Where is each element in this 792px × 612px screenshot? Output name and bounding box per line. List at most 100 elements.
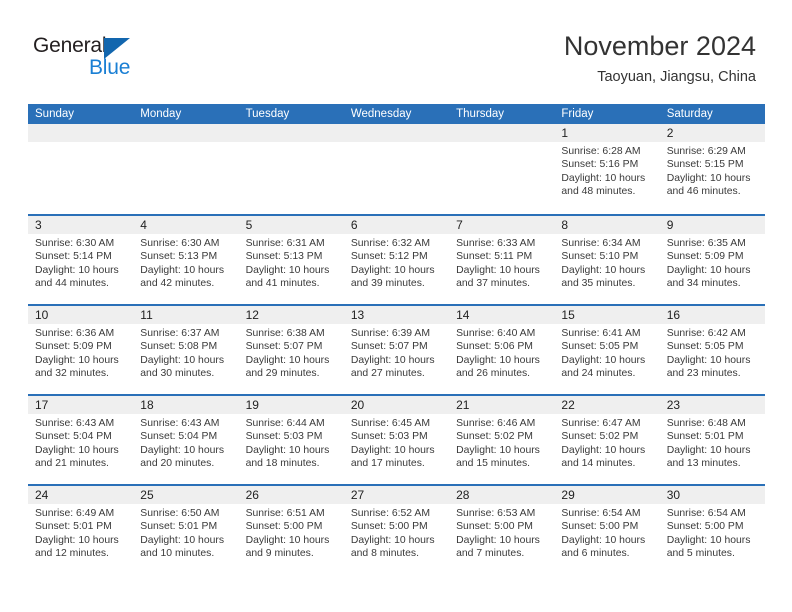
day-number: 18 (133, 396, 239, 414)
weekday-header-saturday: Saturday (666, 108, 713, 120)
calendar-day-cell[interactable]: 16 Sunrise: 6:42 AM Sunset: 5:05 PM Dayligh… (659, 306, 765, 394)
weekday-header-row: Sunday Monday Tuesday Wednesday Thursday… (28, 104, 765, 124)
calendar-day-cell[interactable]: 18 Sunrise: 6:43 AM Sunset: 5:04 PM Dayligh… (133, 396, 239, 484)
daylight-text: Daylight: 10 hours and 34 minutes. (666, 264, 751, 290)
page-title: November 2024 (563, 31, 756, 61)
calendar-day-cell[interactable]: 27 Sunrise: 6:52 AM Sunset: 5:00 PM Dayligh… (343, 486, 450, 574)
calendar-day-cell[interactable]: 9 Sunrise: 6:35 AM Sunset: 5:09 PM Daylight… (659, 216, 765, 304)
sunrise-text: Sunrise: 6:36 AM (35, 328, 115, 339)
calendar-day-cell[interactable]: 7 Sunrise: 6:33 AM Sunset: 5:11 PM Daylight… (449, 216, 555, 304)
day-details: Sunrise: 6:41 AM Sunset: 5:05 PM Daylight:… (554, 324, 659, 381)
daylight-text: Daylight: 10 hours and 30 minutes. (140, 354, 225, 380)
day-number: 22 (554, 396, 660, 414)
day-number: 15 (554, 306, 660, 324)
day-number (449, 124, 555, 142)
calendar-day-cell[interactable]: 8 Sunrise: 6:34 AM Sunset: 5:10 PM Daylight… (554, 216, 660, 304)
calendar-grid: Sunday Monday Tuesday Wednesday Thursday… (28, 104, 765, 574)
sunrise-text: Sunrise: 6:32 AM (350, 238, 430, 249)
calendar-day-cell[interactable]: 26 Sunrise: 6:51 AM Sunset: 5:00 PM Dayligh… (238, 486, 344, 574)
sunrise-text: Sunrise: 6:40 AM (456, 328, 536, 339)
sunrise-text: Sunrise: 6:34 AM (561, 238, 641, 249)
sunrise-text: Sunrise: 6:31 AM (245, 238, 325, 249)
calendar-day-cell[interactable]: 14 Sunrise: 6:40 AM Sunset: 5:06 PM Dayligh… (449, 306, 555, 394)
day-number: 19 (238, 396, 344, 414)
sunset-text: Sunset: 5:00 PM (350, 521, 428, 533)
sunrise-text: Sunrise: 6:43 AM (35, 418, 115, 429)
day-number: 28 (449, 486, 555, 504)
day-number: 26 (238, 486, 344, 504)
sunset-text: Sunset: 5:11 PM (456, 251, 533, 263)
calendar-day-cell[interactable]: 13 Sunrise: 6:39 AM Sunset: 5:07 PM Dayligh… (343, 306, 450, 394)
calendar-day-cell[interactable]: 5 Sunrise: 6:31 AM Sunset: 5:13 PM Daylight… (238, 216, 344, 304)
calendar-day-cell[interactable]: 2 Sunrise: 6:29 AM Sunset: 5:15 PM Daylight… (659, 124, 765, 214)
calendar-day-cell[interactable]: 21 Sunrise: 6:46 AM Sunset: 5:02 PM Dayligh… (449, 396, 555, 484)
calendar-day-cell[interactable]: 15 Sunrise: 6:41 AM Sunset: 5:05 PM Dayligh… (554, 306, 660, 394)
day-details: Sunrise: 6:35 AM Sunset: 5:09 PM Daylight:… (660, 234, 765, 291)
day-details: Sunrise: 6:39 AM Sunset: 5:07 PM Daylight:… (344, 324, 449, 381)
calendar-day-cell[interactable]: 20 Sunrise: 6:45 AM Sunset: 5:03 PM Dayligh… (343, 396, 450, 484)
calendar-day-cell[interactable]: 3 Sunrise: 6:30 AM Sunset: 5:14 PM Daylight… (28, 216, 134, 304)
sunrise-text: Sunrise: 6:37 AM (140, 328, 220, 339)
sunrise-text: Sunrise: 6:35 AM (666, 238, 746, 249)
day-details: Sunrise: 6:54 AM Sunset: 5:00 PM Daylight:… (660, 504, 765, 561)
sunset-text: Sunset: 5:01 PM (35, 521, 112, 533)
calendar-day-cell[interactable]: 17 Sunrise: 6:43 AM Sunset: 5:04 PM Dayligh… (28, 396, 134, 484)
sunset-text: Sunset: 5:08 PM (140, 341, 218, 353)
calendar-day-cell[interactable]: 6 Sunrise: 6:32 AM Sunset: 5:12 PM Daylight… (343, 216, 450, 304)
day-details: Sunrise: 6:53 AM Sunset: 5:00 PM Daylight:… (449, 504, 554, 561)
calendar-day-cell[interactable]: 12 Sunrise: 6:38 AM Sunset: 5:07 PM Dayligh… (238, 306, 344, 394)
daylight-text: Daylight: 10 hours and 17 minutes. (350, 444, 435, 470)
weekday-header-wednesday: Wednesday (350, 108, 412, 120)
day-details: Sunrise: 6:47 AM Sunset: 5:02 PM Daylight:… (554, 414, 659, 471)
sunrise-text: Sunrise: 6:28 AM (561, 146, 641, 157)
calendar-week-row: 1 Sunrise: 6:28 AM Sunset: 5:16 PM Daylight… (28, 124, 765, 214)
day-number (28, 124, 134, 142)
day-number: 6 (343, 216, 450, 234)
sunrise-text: Sunrise: 6:46 AM (456, 418, 536, 429)
daylight-text: Daylight: 10 hours and 32 minutes. (35, 354, 119, 380)
daylight-text: Daylight: 10 hours and 18 minutes. (245, 444, 330, 470)
calendar-page: General Blue November 2024 Taoyuan, Jian… (0, 0, 792, 612)
sunrise-text: Sunrise: 6:42 AM (666, 328, 746, 339)
calendar-day-cell[interactable]: 1 Sunrise: 6:28 AM Sunset: 5:16 PM Daylight… (554, 124, 660, 214)
sunset-text: Sunset: 5:02 PM (561, 431, 639, 443)
sunrise-text: Sunrise: 6:41 AM (561, 328, 641, 339)
calendar-day-cell[interactable]: 23 Sunrise: 6:48 AM Sunset: 5:01 PM Dayligh… (659, 396, 765, 484)
day-number: 7 (449, 216, 555, 234)
calendar-day-cell[interactable]: 24 Sunrise: 6:49 AM Sunset: 5:01 PM Dayligh… (28, 486, 134, 574)
day-number: 9 (659, 216, 765, 234)
daylight-text: Daylight: 10 hours and 41 minutes. (245, 264, 330, 290)
daylight-text: Daylight: 10 hours and 24 minutes. (561, 354, 646, 380)
day-number: 21 (449, 396, 555, 414)
weekday-header-sunday: Sunday (35, 108, 75, 120)
day-number: 1 (554, 124, 660, 142)
logo-word-general: General (33, 34, 107, 57)
calendar-day-cell[interactable]: 30 Sunrise: 6:54 AM Sunset: 5:00 PM Dayligh… (659, 486, 765, 574)
day-details: Sunrise: 6:31 AM Sunset: 5:13 PM Daylight:… (239, 234, 344, 291)
day-number (343, 124, 450, 142)
daylight-text: Daylight: 10 hours and 12 minutes. (35, 534, 119, 560)
day-number: 11 (133, 306, 239, 324)
sunrise-text: Sunrise: 6:45 AM (350, 418, 430, 429)
calendar-day-cell[interactable]: 29 Sunrise: 6:54 AM Sunset: 5:00 PM Dayligh… (554, 486, 660, 574)
sunrise-text: Sunrise: 6:30 AM (35, 238, 115, 249)
calendar-day-cell[interactable]: 11 Sunrise: 6:37 AM Sunset: 5:08 PM Dayligh… (133, 306, 239, 394)
calendar-day-cell[interactable]: 22 Sunrise: 6:47 AM Sunset: 5:02 PM Dayligh… (554, 396, 660, 484)
calendar-day-cell[interactable]: 4 Sunrise: 6:30 AM Sunset: 5:13 PM Daylight… (133, 216, 239, 304)
calendar-day-cell[interactable]: 25 Sunrise: 6:50 AM Sunset: 5:01 PM Dayligh… (133, 486, 239, 574)
day-number (238, 124, 344, 142)
sunset-text: Sunset: 5:04 PM (140, 431, 218, 443)
sunrise-text: Sunrise: 6:47 AM (561, 418, 641, 429)
sunrise-text: Sunrise: 6:50 AM (140, 508, 220, 519)
day-details: Sunrise: 6:34 AM Sunset: 5:10 PM Daylight:… (554, 234, 659, 291)
sunset-text: Sunset: 5:09 PM (35, 341, 112, 353)
calendar-day-cell[interactable]: 10 Sunrise: 6:36 AM Sunset: 5:09 PM Dayligh… (28, 306, 134, 394)
calendar-day-cell[interactable]: 28 Sunrise: 6:53 AM Sunset: 5:00 PM Dayligh… (449, 486, 555, 574)
daylight-text: Daylight: 10 hours and 48 minutes. (561, 172, 646, 198)
day-details: Sunrise: 6:43 AM Sunset: 5:04 PM Daylight:… (133, 414, 238, 471)
daylight-text: Daylight: 10 hours and 46 minutes. (666, 172, 751, 198)
calendar-day-cell[interactable]: 19 Sunrise: 6:44 AM Sunset: 5:03 PM Dayligh… (238, 396, 344, 484)
generalblue-logo[interactable]: General Blue (33, 34, 153, 84)
sunset-text: Sunset: 5:03 PM (350, 431, 428, 443)
sunset-text: Sunset: 5:05 PM (666, 341, 744, 353)
